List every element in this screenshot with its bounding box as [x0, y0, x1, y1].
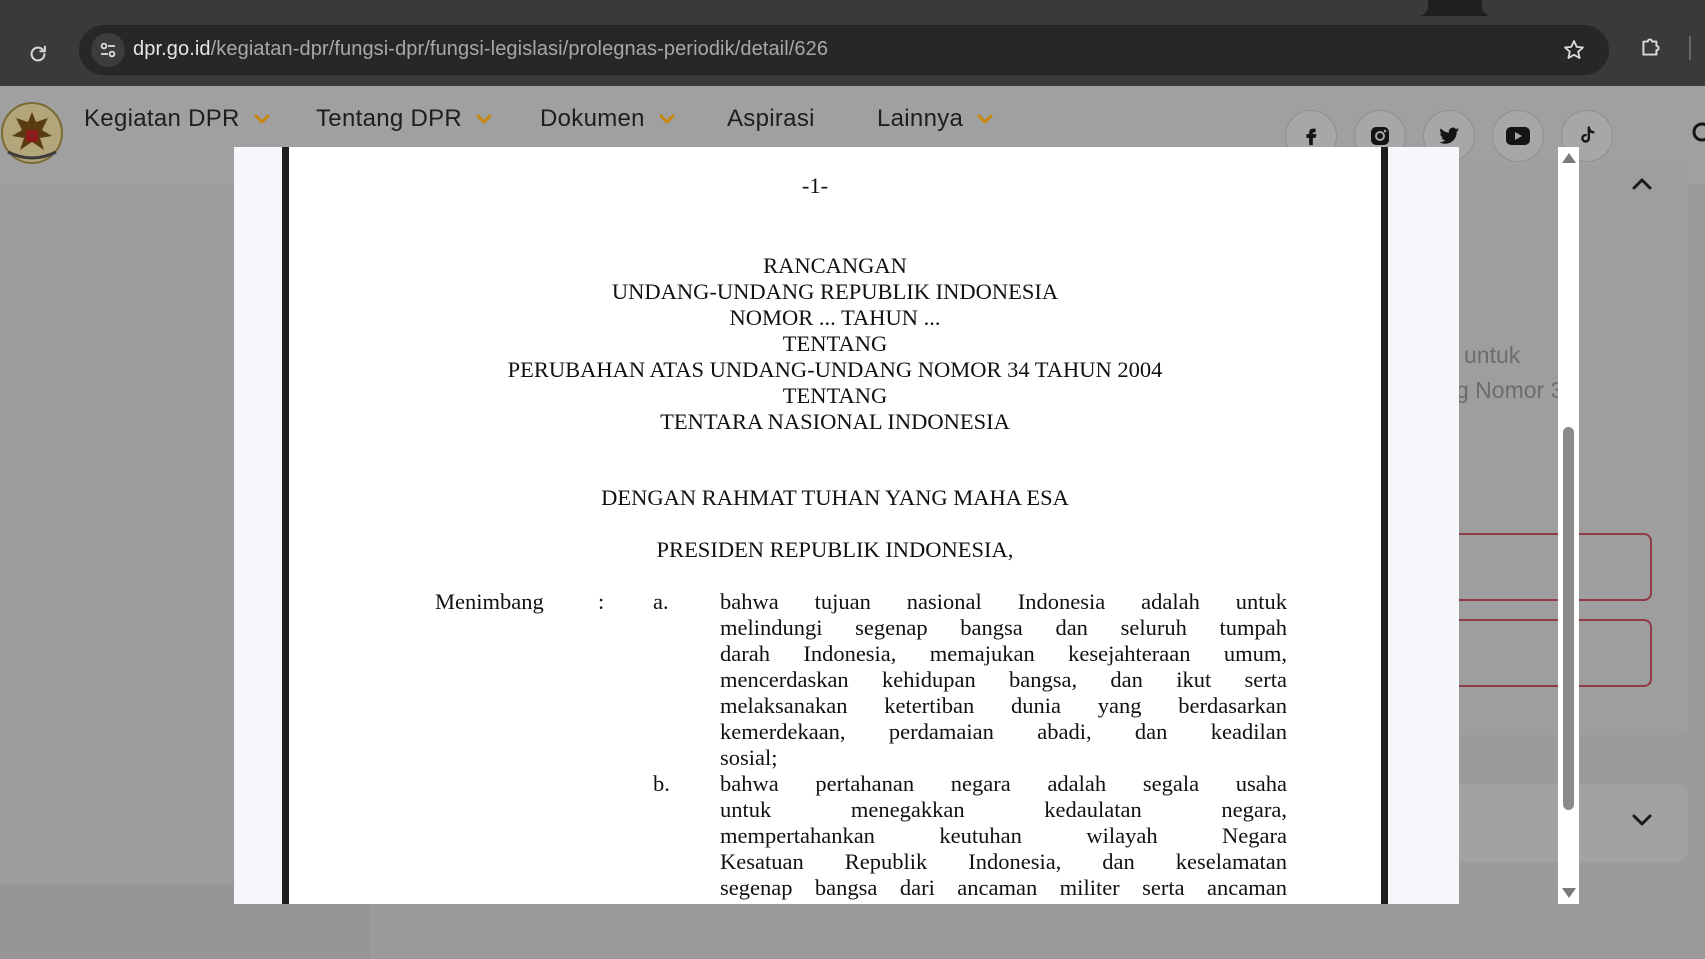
scroll-down-arrow-icon[interactable]	[1562, 888, 1576, 898]
nav-tentang-dpr[interactable]: Tentang DPR	[316, 105, 492, 133]
nav-dokumen[interactable]: Dokumen	[540, 105, 675, 133]
heading-line: RANCANGAN	[763, 253, 907, 278]
twitter-icon	[1439, 127, 1459, 144]
puzzle-icon	[1642, 38, 1660, 56]
consider-label: Menimbang	[435, 589, 544, 614]
heading-line: NOMOR ... TAHUN ...	[729, 305, 941, 330]
chevron-down-icon	[254, 114, 270, 124]
item-line: untuk menegakkan kedaulatan negara,	[720, 797, 1287, 822]
item-line: darah Indonesia, memajukan kesejahteraan…	[720, 641, 1287, 666]
tab-strip	[0, 0, 1705, 16]
background-text: untuk	[1464, 342, 1521, 368]
search-icon[interactable]	[1690, 122, 1705, 146]
item-marker: b.	[653, 771, 670, 796]
pdf-page: -1- RANCANGAN UNDANG-UNDANG REPUBLIK IND…	[282, 147, 1388, 904]
dpr-logo[interactable]	[0, 100, 64, 166]
heading-line: PERUBAHAN ATAS UNDANG-UNDANG NOMOR 34 TA…	[507, 357, 1163, 382]
heading-line: TENTARA NASIONAL INDONESIA	[660, 409, 1010, 434]
nav-aspirasi[interactable]: Aspirasi	[727, 105, 815, 133]
background-text: g Nomor 3	[1456, 377, 1564, 403]
chevron-down-icon	[659, 114, 675, 124]
item-line: melindungi segenap bangsa dan seluruh tu…	[720, 615, 1287, 640]
item-line: kemerdekaan, perdamaian abadi, dan keadi…	[720, 719, 1287, 744]
youtube-icon	[1506, 127, 1530, 145]
background-panel-left	[0, 184, 240, 884]
nav-lainnya[interactable]: Lainnya	[877, 105, 993, 133]
scroll-up-arrow-icon[interactable]	[1562, 153, 1576, 163]
site-info-button[interactable]	[91, 33, 125, 67]
chevron-up-icon[interactable]	[1630, 176, 1654, 192]
instagram-icon	[1371, 127, 1389, 145]
item-line: melaksanakan ketertiban dunia yang berda…	[720, 693, 1287, 718]
nav-label: Aspirasi	[727, 105, 815, 132]
item-marker: a.	[653, 589, 669, 614]
reload-icon	[30, 45, 46, 62]
facebook-icon	[1306, 128, 1317, 146]
chevron-down-icon	[476, 114, 492, 124]
heading-line: TENTANG	[782, 383, 888, 408]
nav-label: Lainnya	[877, 105, 964, 132]
nav-label: Dokumen	[540, 105, 645, 132]
pdf-scrollbar[interactable]	[1558, 147, 1579, 904]
nav-label: Kegiatan DPR	[84, 105, 240, 132]
chevron-down-icon	[977, 114, 993, 124]
pdf-viewer[interactable]: -1- RANCANGAN UNDANG-UNDANG REPUBLIK IND…	[234, 147, 1459, 904]
url-text[interactable]: dpr.go.id/kegiatan-dpr/fungsi-dpr/fungsi…	[133, 38, 828, 61]
item-line: sosial;	[720, 745, 778, 770]
item-line: mencerdaskan kehidupan bangsa, dan ikut …	[720, 667, 1287, 692]
tune-icon	[100, 42, 116, 58]
page-number: -1-	[801, 173, 829, 198]
president-line: PRESIDEN REPUBLIK INDONESIA,	[656, 537, 1014, 562]
star-icon	[1564, 40, 1584, 59]
consider-colon: :	[598, 589, 605, 614]
item-line: segenap bangsa dari ancaman militer sert…	[720, 875, 1287, 900]
blessing-line: DENGAN RAHMAT TUHAN YANG MAHA ESA	[601, 485, 1069, 510]
url-path: /kegiatan-dpr/fungsi-dpr/fungsi-legislas…	[210, 38, 829, 60]
toolbar-divider	[1689, 36, 1691, 60]
scroll-thumb[interactable]	[1563, 427, 1574, 810]
heading-line: UNDANG-UNDANG REPUBLIK INDONESIA	[611, 279, 1059, 304]
nav-kegiatan-dpr[interactable]: Kegiatan DPR	[84, 105, 270, 133]
item-line: Kesatuan Republik Indonesia, dan keselam…	[720, 849, 1287, 874]
extensions-button[interactable]	[1636, 32, 1666, 62]
url-domain: dpr.go.id	[133, 38, 211, 60]
address-bar[interactable]: dpr.go.id/kegiatan-dpr/fungsi-dpr/fungsi…	[79, 25, 1609, 75]
tab-strip-right	[1482, 0, 1705, 16]
youtube-link[interactable]	[1492, 110, 1544, 162]
chevron-down-icon[interactable]	[1630, 812, 1654, 828]
item-line: bahwa tujuan nasional Indonesia adalah u…	[720, 589, 1287, 614]
bookmark-button[interactable]	[1560, 36, 1588, 64]
item-line: mempertahankan keutuhan wilayah Negara	[720, 823, 1287, 848]
item-line: bahwa pertahanan negara adalah segala us…	[720, 771, 1287, 796]
heading-line: TENTANG	[782, 331, 888, 356]
browser-toolbar: dpr.go.id/kegiatan-dpr/fungsi-dpr/fungsi…	[0, 16, 1705, 86]
tiktok-icon	[1581, 126, 1595, 143]
active-tab[interactable]	[0, 0, 1428, 16]
nav-label: Tentang DPR	[316, 105, 463, 132]
reload-button[interactable]	[22, 38, 54, 70]
garuda-emblem-icon	[1, 102, 63, 164]
